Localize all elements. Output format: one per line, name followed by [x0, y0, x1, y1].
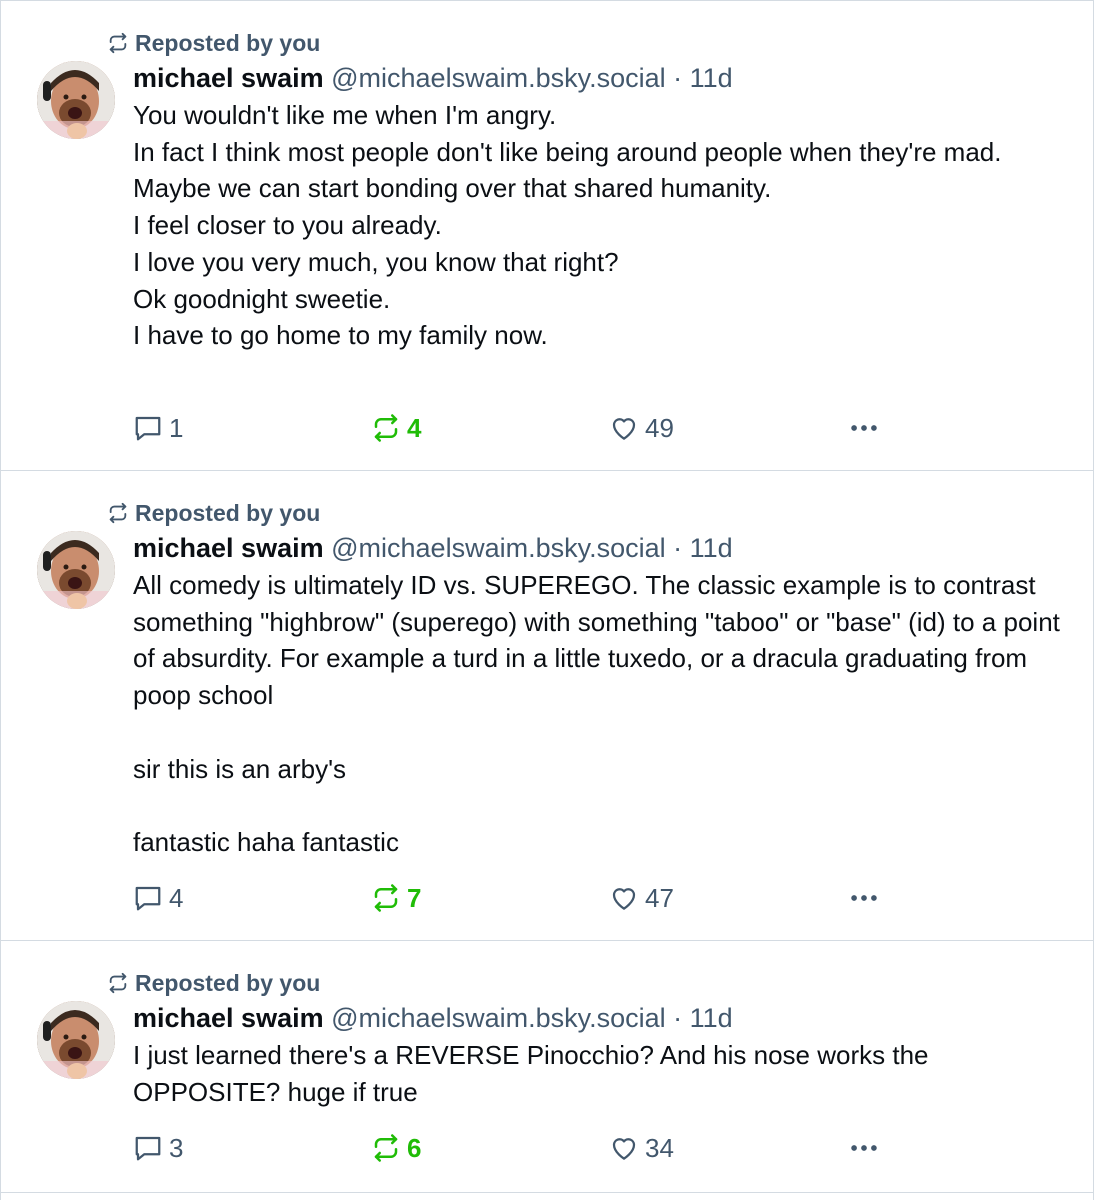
post-header: michael swaim @michaelswaim.bsky.social … — [133, 531, 1073, 565]
avatar[interactable] — [37, 531, 115, 609]
repost-icon — [374, 884, 398, 912]
more-options-button[interactable] — [847, 1131, 887, 1165]
repost-label: Reposted by you — [135, 29, 321, 56]
like-button[interactable]: 34 — [609, 1133, 847, 1164]
post-time[interactable]: 11d — [690, 533, 733, 563]
comment-icon — [135, 1136, 161, 1161]
author-handle[interactable]: @michaelswaim.bsky.social — [331, 63, 666, 93]
more-options-icon — [851, 425, 877, 431]
heart-icon — [612, 888, 636, 910]
avatar[interactable] — [37, 61, 115, 139]
reply-button[interactable]: 1 — [133, 413, 371, 444]
post-text: I just learned there's a REVERSE Pinocch… — [133, 1040, 936, 1107]
repost-button[interactable]: 7 — [371, 883, 609, 914]
like-count: 49 — [645, 412, 674, 443]
like-button[interactable]: 49 — [609, 413, 847, 444]
separator: · — [673, 63, 683, 93]
more-options-button[interactable] — [847, 411, 887, 445]
reply-count: 1 — [169, 412, 184, 443]
like-count: 47 — [645, 882, 674, 913]
repost-count: 7 — [407, 882, 422, 913]
heart-icon — [612, 1138, 636, 1160]
feed-post[interactable]: Reposted by you michael swaim @michaelsw… — [1, 471, 1093, 941]
author-name[interactable]: michael swaim — [133, 533, 324, 563]
repost-icon — [109, 972, 127, 994]
feed-post[interactable]: Reposted by you michael swaim @michaelsw… — [1, 1, 1093, 471]
more-options-icon — [851, 1145, 877, 1151]
post-header: michael swaim @michaelswaim.bsky.social … — [133, 61, 1073, 95]
reply-count: 4 — [169, 882, 184, 913]
repost-context[interactable]: Reposted by you — [107, 29, 1073, 57]
post-actions: 4 7 47 — [133, 881, 887, 915]
reply-button[interactable]: 4 — [133, 883, 371, 914]
author-name[interactable]: michael swaim — [133, 1003, 324, 1033]
post-text: You wouldn't like me when I'm angry. In … — [133, 100, 1002, 351]
repost-context[interactable]: Reposted by you — [107, 499, 1073, 527]
post-time[interactable]: 11d — [690, 63, 733, 93]
comment-icon — [135, 416, 161, 441]
more-options-button[interactable] — [847, 881, 887, 915]
repost-label: Reposted by you — [135, 969, 321, 996]
repost-count: 4 — [407, 412, 422, 443]
more-options-icon — [851, 895, 877, 901]
heart-icon — [612, 418, 636, 440]
post-actions: 3 6 34 — [133, 1131, 887, 1165]
post-header: michael swaim @michaelswaim.bsky.social … — [133, 1001, 1073, 1035]
reply-count: 3 — [169, 1132, 184, 1163]
comment-icon — [135, 886, 161, 911]
separator: · — [673, 1003, 683, 1033]
author-handle[interactable]: @michaelswaim.bsky.social — [331, 1003, 666, 1033]
author-name[interactable]: michael swaim — [133, 63, 324, 93]
repost-icon — [109, 32, 127, 54]
feed: Reposted by you michael swaim @michaelsw… — [0, 0, 1094, 1200]
like-button[interactable]: 47 — [609, 883, 847, 914]
post-actions: 1 4 49 — [133, 411, 887, 445]
separator: · — [673, 533, 683, 563]
reply-button[interactable]: 3 — [133, 1133, 371, 1164]
like-count: 34 — [645, 1132, 674, 1163]
avatar-image — [37, 531, 115, 609]
repost-button[interactable]: 6 — [371, 1133, 609, 1164]
repost-context[interactable]: Reposted by you — [107, 969, 1073, 997]
post-text: All comedy is ultimately ID vs. SUPEREGO… — [133, 570, 1060, 857]
avatar-image — [37, 1001, 115, 1079]
repost-icon — [374, 414, 398, 442]
feed-post[interactable]: Reposted by you michael swaim @michaelsw… — [1, 941, 1093, 1193]
post-time[interactable]: 11d — [690, 1003, 733, 1033]
repost-icon — [109, 502, 127, 524]
repost-icon — [374, 1134, 398, 1162]
repost-count: 6 — [407, 1132, 422, 1163]
avatar-image — [37, 61, 115, 139]
avatar[interactable] — [37, 1001, 115, 1079]
author-handle[interactable]: @michaelswaim.bsky.social — [331, 533, 666, 563]
repost-button[interactable]: 4 — [371, 413, 609, 444]
repost-label: Reposted by you — [135, 499, 321, 526]
